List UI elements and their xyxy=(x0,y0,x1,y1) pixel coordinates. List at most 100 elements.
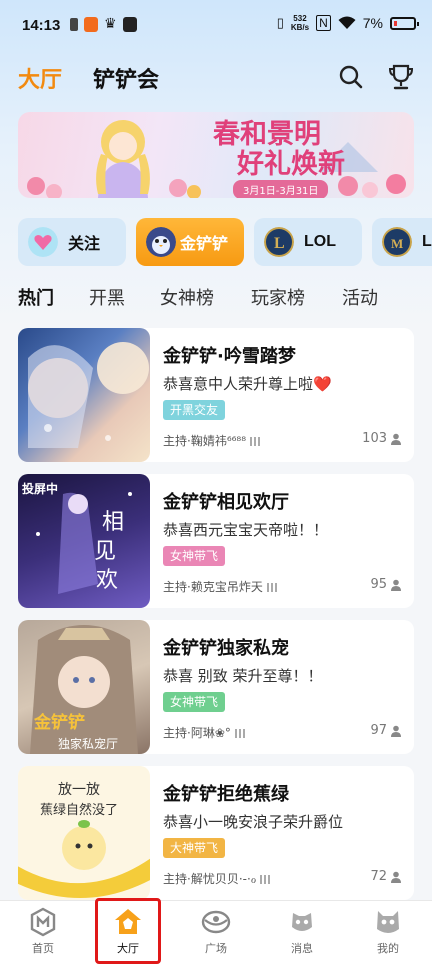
category-label: LOL xyxy=(304,233,336,250)
trophy-icon[interactable] xyxy=(386,62,416,92)
category-pills: 关注 金铲铲 L LOL M LO xyxy=(0,218,432,266)
battery-icon xyxy=(390,16,419,30)
nav-profile[interactable]: 我的 xyxy=(358,905,418,961)
audio-bars-icon xyxy=(260,875,273,884)
nav-label: 首页 xyxy=(32,942,54,955)
person-icon xyxy=(391,725,401,737)
tab-club[interactable]: 铲铲会 xyxy=(93,62,159,94)
subtab-hot[interactable]: 热门 xyxy=(18,284,54,310)
room-subtitle: 恭喜西元宝宝天帝啦！！ xyxy=(163,521,329,539)
room-cover-art xyxy=(28,342,149,448)
nfc-icon: N xyxy=(316,15,331,31)
nav-label: 消息 xyxy=(291,942,313,955)
room-title: 金铲铲拒绝蕉绿 xyxy=(163,784,289,805)
profile-icon xyxy=(377,911,399,933)
room-count-value: 95 xyxy=(370,577,387,592)
room-thumbnail: 相 见 欢 投屏中 xyxy=(18,474,150,608)
nav-label: 我的 xyxy=(377,942,399,955)
promo-banner[interactable]: 春和景明 好礼焕新 3月1日-3月31日 xyxy=(18,112,414,198)
cover-text-2: 蕉绿自然没了 xyxy=(40,802,118,818)
cover-char-2: 见 xyxy=(94,539,116,564)
host-name: 主持·解忧贝贝·-·ℴ xyxy=(163,872,257,886)
person-icon xyxy=(391,579,401,591)
status-bar: 14:13 ♛ ▯ 532 KB/s N 7% xyxy=(0,0,432,52)
room-host: 主持·鞠婧祎⁶⁶⁸⁸ xyxy=(163,432,263,449)
sub-tabs: 热门 开黑 女神榜 玩家榜 活动 xyxy=(0,282,432,312)
room-tag: 女神带飞 xyxy=(163,546,226,566)
room-card[interactable]: 相 见 欢 投屏中 金铲铲相见欢厅 恭喜西元宝宝天帝啦！！ 女神带飞 主持·赖克… xyxy=(18,474,414,608)
subtab-player-rank[interactable]: 玩家榜 xyxy=(251,284,305,310)
cover-char-3: 欢 xyxy=(96,568,118,593)
tab-hall[interactable]: 大厅 xyxy=(18,62,62,94)
room-subtitle: 恭喜 别致 荣升至尊！！ xyxy=(163,667,323,685)
cover-char-1: 相 xyxy=(102,510,124,535)
nav-label: 广场 xyxy=(205,942,227,955)
category-jinchanchan[interactable]: 金铲铲 xyxy=(136,218,244,266)
category-lol-mobile[interactable]: M LO xyxy=(372,218,432,266)
game-notify-icon xyxy=(122,16,137,32)
status-time: 14:13 xyxy=(22,17,61,34)
room-thumbnail xyxy=(18,328,150,462)
bottom-nav: 首页 大厅 广场 消息 我的 xyxy=(0,900,432,964)
subtab-activity[interactable]: 活动 xyxy=(342,284,378,310)
room-count: 95 xyxy=(370,577,402,592)
category-label: 金铲铲 xyxy=(180,234,229,253)
nav-home[interactable]: 首页 xyxy=(13,905,73,961)
room-tag: 开黑交友 xyxy=(163,400,226,420)
room-count: 72 xyxy=(370,869,402,884)
audio-bars-icon xyxy=(266,583,279,592)
search-icon[interactable] xyxy=(336,62,366,92)
nav-plaza[interactable]: 广场 xyxy=(186,905,246,961)
notification-icons: ♛ xyxy=(70,16,137,32)
category-follow[interactable]: 关注 xyxy=(18,218,126,266)
person-icon xyxy=(391,433,401,445)
cover-text-1: 放一放 xyxy=(58,782,100,798)
banner-title: 春和景明 好礼焕新 xyxy=(213,120,345,180)
net-speed: 532 KB/s xyxy=(291,14,309,32)
home-icon xyxy=(30,907,56,937)
category-lol[interactable]: L LOL xyxy=(254,218,362,266)
host-name: 主持·鞠婧祎⁶⁶⁸⁸ xyxy=(163,434,247,448)
room-cover-art: 金铲铲 独家私宠厅 xyxy=(30,625,138,754)
room-count: 97 xyxy=(370,723,402,738)
banner-date: 3月1日-3月31日 xyxy=(233,180,329,198)
banner-title-line1: 春和景明 xyxy=(213,119,321,150)
room-host: 主持·解忧贝贝·-·ℴ xyxy=(163,870,273,887)
nav-messages[interactable]: 消息 xyxy=(272,905,332,961)
app-notify-icon xyxy=(84,16,98,32)
host-name: 主持·赖克宝吊炸天 xyxy=(163,580,263,594)
room-count: 103 xyxy=(362,431,402,446)
person-icon xyxy=(391,871,401,883)
room-title: 金铲铲·吟雪踏梦 xyxy=(163,346,296,367)
room-count-value: 72 xyxy=(370,869,387,884)
hall-tab-highlight xyxy=(95,898,161,964)
net-speed-value: 532 xyxy=(293,14,307,23)
lol-icon: L xyxy=(264,227,294,257)
room-card[interactable]: 放一放 蕉绿自然没了 金铲铲拒绝蕉绿 恭喜小一晚安浪子荣升爵位 大神带飞 主持·… xyxy=(18,766,414,900)
room-host: 主持·阿琳❀° xyxy=(163,724,247,741)
room-title: 金铲铲独家私宠 xyxy=(163,638,289,659)
plaza-icon xyxy=(201,910,231,934)
audio-bars-icon xyxy=(234,729,247,738)
room-cover-art: 放一放 蕉绿自然没了 xyxy=(18,782,150,899)
net-speed-unit: KB/s xyxy=(290,23,310,32)
room-thumbnail: 金铲铲 独家私宠厅 xyxy=(18,620,150,754)
room-tag: 大神带飞 xyxy=(163,838,226,858)
room-card[interactable]: 金铲铲 独家私宠厅 金铲铲独家私宠 恭喜 别致 荣升至尊！！ 女神带飞 主持·阿… xyxy=(18,620,414,754)
room-title: 金铲铲相见欢厅 xyxy=(163,492,289,513)
room-subtitle: 恭喜小一晚安浪子荣升爵位 xyxy=(163,813,344,831)
subtab-team[interactable]: 开黑 xyxy=(89,284,125,310)
subtab-goddess-rank[interactable]: 女神榜 xyxy=(160,284,214,310)
crown-icon: ♛ xyxy=(104,16,117,32)
room-count-value: 97 xyxy=(370,723,387,738)
category-label: LO xyxy=(422,233,432,250)
category-label: 关注 xyxy=(68,234,101,253)
room-count-value: 103 xyxy=(362,431,387,446)
room-subtitle: 恭喜意中人荣升尊上啦❤️ xyxy=(163,375,332,393)
cover-text-2: 独家私宠厅 xyxy=(58,736,118,751)
room-card[interactable]: 金铲铲·吟雪踏梦 恭喜意中人荣升尊上啦❤️ 开黑交友 主持·鞠婧祎⁶⁶⁸⁸ 10… xyxy=(18,328,414,462)
audio-bars-icon xyxy=(250,437,263,446)
room-host: 主持·赖克宝吊炸天 xyxy=(163,578,279,595)
vibrate-icon: ▯ xyxy=(276,15,284,30)
battery-percent: 7% xyxy=(362,15,383,31)
